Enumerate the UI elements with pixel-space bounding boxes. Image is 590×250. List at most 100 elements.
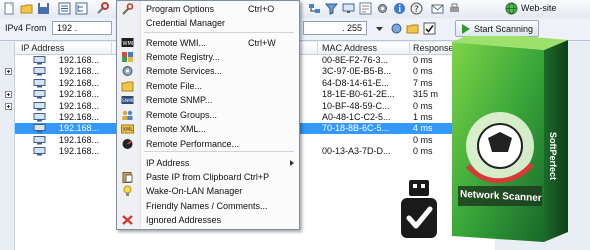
cell-ip-address: 192.168... bbox=[59, 112, 100, 122]
product-box: Network Scanner SoftPerfect bbox=[444, 36, 574, 248]
paste-icon bbox=[121, 171, 134, 183]
play-icon bbox=[462, 24, 470, 34]
cell-ip-address: 192.168... bbox=[59, 100, 100, 111]
menu-item-program-options[interactable]: Program Options Ctrl+O bbox=[117, 2, 299, 16]
cell-ip-address: 192.168... bbox=[59, 77, 100, 88]
details-icon[interactable] bbox=[359, 2, 372, 15]
computer-icon bbox=[33, 124, 46, 133]
menu-item-label: Remote Performance... bbox=[146, 139, 240, 149]
wmi-icon: WMI bbox=[121, 37, 134, 49]
new-icon[interactable] bbox=[3, 2, 16, 15]
folder-icon[interactable] bbox=[406, 22, 419, 35]
cell-response-time: 0 ms bbox=[413, 100, 433, 111]
file-icon bbox=[121, 80, 134, 92]
menu-item-label: Remote Registry... bbox=[146, 52, 220, 62]
filter-icon[interactable] bbox=[325, 2, 338, 15]
computer-icon bbox=[33, 113, 46, 122]
svg-text:?: ? bbox=[414, 5, 419, 15]
performance-icon bbox=[121, 138, 134, 150]
web-site-link[interactable]: Web-site bbox=[521, 3, 556, 13]
column-ip-address[interactable]: IP Address bbox=[21, 43, 64, 53]
ip-from-input[interactable]: 192 . bbox=[52, 21, 112, 35]
menu-item-ip-address[interactable]: IP Address bbox=[117, 156, 299, 170]
menu-item-wake-on-lan-manager[interactable]: Wake-On-LAN Manager bbox=[117, 184, 299, 198]
menu-item-remote-services[interactable]: Remote Services... bbox=[117, 64, 299, 78]
menu-item-shortcut: Ctrl+W bbox=[248, 38, 276, 48]
menu-item-remote-wmi[interactable]: WMI Remote WMI... Ctrl+W bbox=[117, 36, 299, 50]
svg-text:WMI: WMI bbox=[123, 41, 134, 47]
services-icon bbox=[121, 65, 134, 77]
product-brand: SoftPerfect bbox=[548, 132, 558, 181]
ignore-icon bbox=[121, 214, 134, 226]
menu-item-label: Remote SNMP... bbox=[146, 95, 213, 105]
print-icon[interactable] bbox=[448, 2, 461, 15]
usb-drive-icon bbox=[397, 178, 441, 240]
cell-ip-address: 192.168... bbox=[59, 89, 100, 100]
globe-icon[interactable] bbox=[505, 2, 518, 15]
cell-ip-address: 192.168... bbox=[59, 123, 100, 134]
save-icon[interactable] bbox=[37, 2, 50, 15]
resolve-checkbox[interactable] bbox=[423, 22, 436, 35]
svg-text:SNMP: SNMP bbox=[122, 98, 134, 104]
computer-icon bbox=[33, 56, 46, 65]
dropdown-icon[interactable] bbox=[373, 22, 386, 35]
cell-ip-address: 192.168... bbox=[59, 66, 100, 77]
svg-text:XML: XML bbox=[123, 127, 134, 133]
column-separator[interactable] bbox=[317, 42, 318, 54]
display-icon[interactable] bbox=[342, 2, 355, 15]
menu-item-label: Remote File... bbox=[146, 81, 203, 91]
menu-item-label: Remote XML... bbox=[146, 124, 207, 134]
cell-response-time: 0 ms bbox=[413, 66, 433, 77]
computer-icon bbox=[33, 101, 46, 111]
menu-item-remote-xml[interactable]: XML Remote XML... bbox=[117, 122, 299, 136]
menu-separator bbox=[144, 151, 294, 152]
submenu-arrow-icon bbox=[290, 160, 294, 166]
menu-item-remote-registry[interactable]: Remote Registry... bbox=[117, 50, 299, 64]
start-scanning-button[interactable]: Start Scanning bbox=[455, 20, 539, 37]
menu-item-label: Program Options bbox=[146, 4, 215, 14]
settings-icon[interactable] bbox=[376, 2, 389, 15]
info-icon[interactable] bbox=[393, 2, 406, 15]
tree-icon[interactable] bbox=[75, 2, 88, 15]
list-icon[interactable] bbox=[58, 2, 71, 15]
menu-item-label: Remote Services... bbox=[146, 66, 223, 76]
computer-icon bbox=[33, 135, 46, 145]
network-icon[interactable] bbox=[308, 2, 321, 15]
tools-icon[interactable] bbox=[96, 2, 109, 15]
menu-item-shortcut: Ctrl+O bbox=[248, 4, 275, 14]
menu-item-label: Ignored Addresses bbox=[146, 215, 222, 225]
menu-item-label: IP Address bbox=[146, 158, 190, 168]
cell-mac-address: 64-D8-14-61-E... bbox=[322, 77, 390, 88]
column-mac-address[interactable]: MAC Address bbox=[322, 43, 377, 53]
cell-response-time: 0 ms bbox=[413, 55, 433, 65]
network-scanner-window: ? Web-site IPv4 From 192 . . 255 Start S… bbox=[0, 0, 590, 250]
expand-icon[interactable] bbox=[5, 91, 12, 99]
computer-icon bbox=[33, 78, 46, 88]
column-separator[interactable] bbox=[111, 42, 112, 54]
open-icon[interactable] bbox=[20, 2, 33, 15]
menu-item-paste-ip-from-clipboard-ctrl-p[interactable]: Paste IP from Clipboard Ctrl+P bbox=[117, 170, 299, 184]
cell-ip-address: 192.168... bbox=[59, 146, 100, 157]
menu-item-friendly-names-comments[interactable]: Friendly Names / Comments... bbox=[117, 199, 299, 213]
mail-icon[interactable] bbox=[431, 2, 444, 15]
ip-to-input[interactable]: . 255 bbox=[303, 21, 367, 35]
filter-settings-icon[interactable] bbox=[390, 22, 403, 35]
menu-item-remote-performance[interactable]: Remote Performance... bbox=[117, 137, 299, 151]
menu-item-remote-groups[interactable]: Remote Groups... bbox=[117, 108, 299, 122]
cell-mac-address: A0-48-1C-C2-5... bbox=[322, 112, 391, 122]
computer-icon bbox=[33, 147, 46, 156]
expand-icon[interactable] bbox=[5, 68, 12, 76]
cell-mac-address: 18-1E-B0-61-2E... bbox=[322, 89, 395, 100]
groups-icon bbox=[121, 109, 134, 121]
cell-ip-address: 192.168... bbox=[59, 55, 100, 65]
menu-item-ignored-addresses[interactable]: Ignored Addresses bbox=[117, 213, 299, 227]
cell-response-time: 0 ms bbox=[413, 146, 433, 157]
xml-icon: XML bbox=[121, 123, 134, 135]
menu-item-remote-snmp[interactable]: SNMP Remote SNMP... bbox=[117, 93, 299, 107]
help-icon[interactable]: ? bbox=[410, 2, 423, 15]
expand-icon[interactable] bbox=[5, 102, 12, 110]
ip-range-label: IPv4 From bbox=[5, 23, 47, 33]
column-separator[interactable] bbox=[409, 42, 410, 54]
menu-item-remote-file[interactable]: Remote File... bbox=[117, 79, 299, 93]
menu-item-credential-manager[interactable]: Credential Manager bbox=[117, 16, 299, 30]
